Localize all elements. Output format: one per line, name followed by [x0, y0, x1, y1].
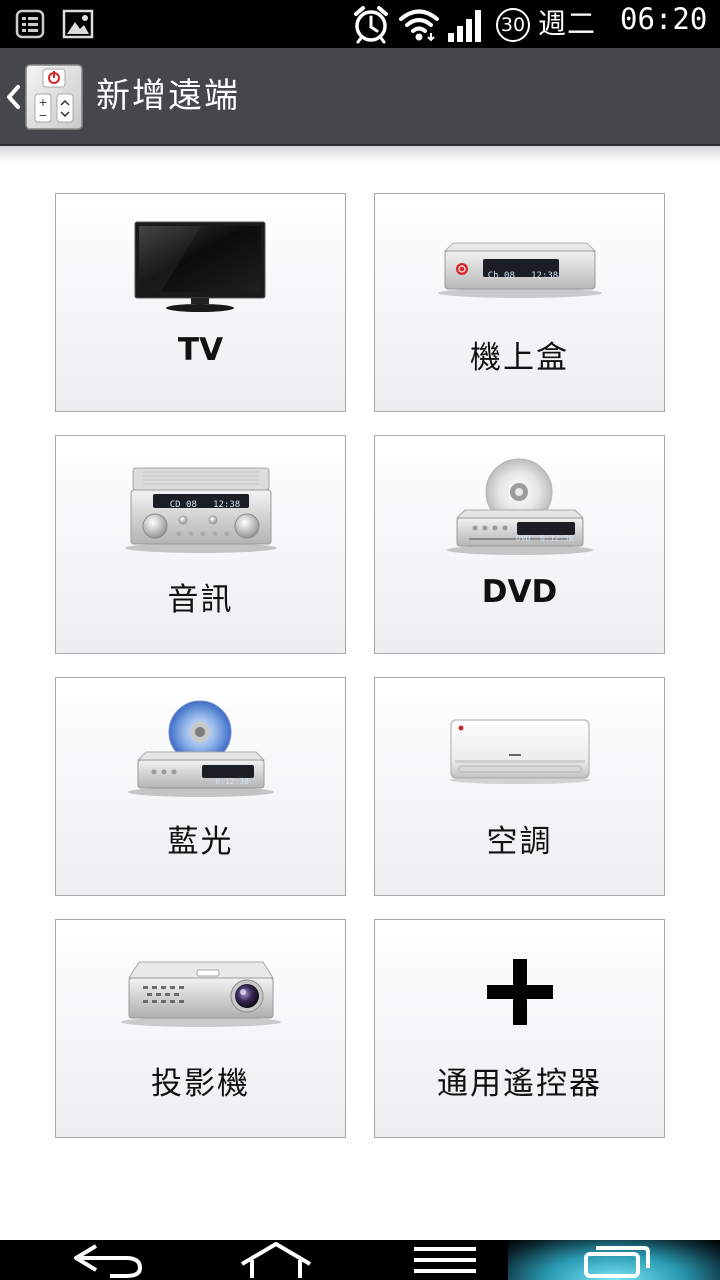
device-tile-universal-remote[interactable]: 通用遙控器	[374, 919, 665, 1138]
nav-menu-icon[interactable]	[412, 1240, 478, 1280]
page-title: 新增遠端	[96, 76, 240, 116]
remote-app-icon[interactable]: + −	[25, 64, 83, 130]
nav-home-icon[interactable]	[236, 1240, 316, 1280]
device-label: 通用遙控器	[437, 1066, 602, 1102]
plus-icon	[486, 959, 553, 1025]
action-bar: + − 新增遠端	[0, 48, 720, 146]
gallery-icon	[62, 9, 94, 39]
device-label: 機上盒	[470, 340, 569, 376]
device-tile-audio[interactable]: CD 08 12:38 音訊	[55, 435, 346, 654]
device-label: 投影機	[151, 1066, 250, 1102]
status-time: 06:20	[620, 2, 708, 36]
notification-icon	[15, 9, 45, 39]
device-tile-dvd[interactable]: DVD 0:12:38 DVD	[374, 435, 665, 654]
signal-icon	[448, 10, 481, 42]
device-tile-tv[interactable]: TV	[55, 193, 346, 412]
device-display: CD 08 12:38	[169, 500, 241, 510]
status-bar: 30 週二 06:20	[0, 0, 720, 48]
tv-icon	[134, 221, 265, 312]
nav-recent-apps-icon	[584, 1246, 650, 1278]
nav-back-icon[interactable]	[70, 1240, 146, 1280]
device-label: TV	[177, 332, 224, 368]
device-tile-bluray[interactable]: 0:12:38 藍光	[55, 677, 346, 896]
action-bar-shadow	[0, 146, 720, 162]
wifi-icon	[399, 9, 439, 42]
back-chevron-icon[interactable]	[4, 84, 22, 110]
navigation-bar	[0, 1240, 720, 1280]
projector-icon	[120, 961, 281, 1027]
alarm-icon	[354, 6, 388, 44]
set-top-box-icon	[437, 242, 602, 298]
dvd-player-icon	[446, 458, 593, 555]
device-label: DVD	[481, 574, 558, 610]
device-tile-projector[interactable]: 投影機	[55, 919, 346, 1138]
status-day: 週二	[538, 7, 597, 40]
device-display: 0:12:38	[215, 777, 249, 786]
svg-text:−: −	[38, 109, 47, 122]
nav-recent-apps-button[interactable]	[508, 1240, 720, 1280]
device-display: Ch 08 12:38	[487, 271, 559, 281]
battery-icon: 30	[496, 8, 530, 42]
device-display: DVD 0:12:38	[516, 534, 574, 543]
air-conditioner-icon	[449, 719, 590, 784]
device-tile-set-top-box[interactable]: Ch 08 12:38 機上盒	[374, 193, 665, 412]
svg-text:+: +	[38, 96, 47, 109]
device-label: 音訊	[167, 582, 234, 618]
device-label: 空調	[486, 824, 553, 860]
device-label: 藍光	[167, 824, 234, 860]
device-tile-air-conditioner[interactable]: 空調	[374, 677, 665, 896]
